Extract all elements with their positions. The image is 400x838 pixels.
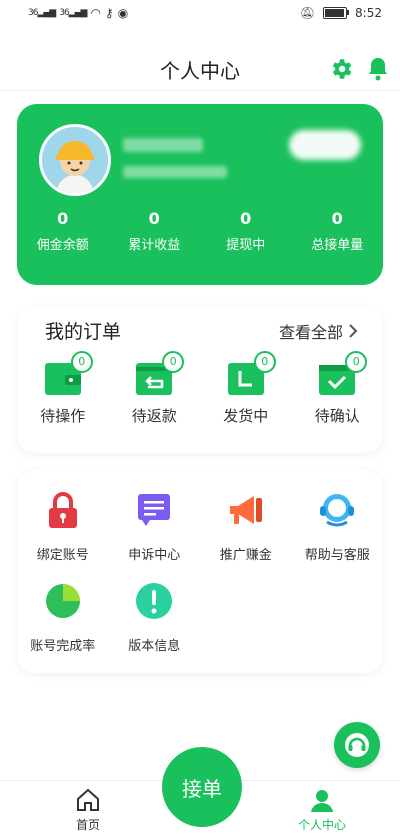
signal-label-2: 36 <box>59 8 70 18</box>
stat-label: 总接单量 <box>311 238 364 253</box>
version-info-button[interactable]: 版本信息 <box>109 581 201 654</box>
stat-total-orders[interactable]: 0 总接单量 <box>292 208 384 253</box>
chevron-right-icon <box>349 324 358 338</box>
pie-chart-icon <box>45 584 80 618</box>
status-bar: 36▂▄▆ 36▂▄▆ ◠ ⚷ ◉ 🔕︎ 8:52 <box>0 0 400 28</box>
count-badge: 0 <box>70 351 93 373</box>
key-icon: ⚷ <box>104 6 114 20</box>
account-completion-button[interactable]: 账号完成率 <box>17 581 109 654</box>
stat-commission-balance[interactable]: 0 佣金余额 <box>17 208 109 253</box>
stat-total-income[interactable]: 0 累计收益 <box>109 208 201 253</box>
signal-icon-2: 36▂▄▆ <box>59 8 87 18</box>
view-all-link[interactable]: 查看全部 <box>279 319 359 343</box>
stat-value: 0 <box>57 209 69 228</box>
order-pending-refund[interactable]: 0 待返款 <box>109 351 201 426</box>
take-order-label: 接单 <box>182 776 222 801</box>
tab-label: 个人中心 <box>297 818 346 832</box>
count-badge: 0 <box>162 351 185 373</box>
tool-label: 推广赚金 <box>219 548 272 563</box>
order-label: 发货中 <box>223 407 269 425</box>
bell-icon[interactable] <box>366 56 390 82</box>
help-support-button[interactable]: 帮助与客服 <box>292 490 384 563</box>
signal-label-1: 36 <box>28 8 39 18</box>
stat-label: 佣金余额 <box>36 238 89 253</box>
order-label: 待操作 <box>40 407 86 425</box>
megaphone-icon <box>229 496 262 524</box>
bind-account-button[interactable]: 绑定账号 <box>17 490 109 563</box>
tool-label: 账号完成率 <box>30 639 96 654</box>
tab-home[interactable]: 首页 <box>48 787 128 833</box>
support-icon <box>320 494 355 527</box>
view-all-label: 查看全部 <box>278 323 343 342</box>
avatar[interactable] <box>39 124 111 196</box>
stat-value: 0 <box>240 209 252 228</box>
floating-support-button[interactable] <box>334 722 380 768</box>
wifi-icon: ◠ <box>90 6 101 20</box>
headset-icon <box>345 733 369 757</box>
orders-card: 我的订单 查看全部 0 待操作 0 待返款 0 发货中 0 待确认 <box>17 307 383 453</box>
orders-title: 我的订单 <box>45 321 122 343</box>
lock-icon <box>48 492 77 528</box>
battery-icon <box>323 7 350 19</box>
mute-icon: 🔕︎ <box>299 6 316 20</box>
home-icon <box>77 788 99 811</box>
user-icon <box>311 790 333 812</box>
stat-value: 0 <box>331 209 343 228</box>
stats-row: 0 佣金余额 0 累计收益 0 提现中 0 总接单量 <box>17 208 383 253</box>
level-badge <box>289 130 361 160</box>
stat-withdrawing[interactable]: 0 提现中 <box>200 208 292 253</box>
appeal-center-button[interactable]: 申诉中心 <box>109 490 201 563</box>
signal-icon: 36▂▄▆ <box>28 8 56 18</box>
gear-icon[interactable] <box>328 56 354 82</box>
order-pending-operation[interactable]: 0 待操作 <box>17 351 109 426</box>
count-badge: 0 <box>253 351 276 373</box>
clock: 8:52 <box>355 6 382 20</box>
profile-card: 0 佣金余额 0 累计收益 0 提现中 0 总接单量 <box>17 104 383 285</box>
tools-card: 绑定账号 申诉中心 推广赚金 帮助与客服 账号完成率 版本信息 <box>17 470 383 673</box>
wechat-icon: ◉ <box>117 6 129 20</box>
tool-label: 帮助与客服 <box>304 548 370 563</box>
tool-label: 绑定账号 <box>36 548 89 563</box>
take-order-button[interactable]: 接单 <box>162 747 242 827</box>
order-pending-confirm[interactable]: 0 待确认 <box>292 351 384 426</box>
top-bar: 个人中心 <box>0 50 400 91</box>
stat-value: 0 <box>148 209 160 228</box>
avatar-illustration <box>42 127 108 193</box>
count-badge: 0 <box>345 351 368 373</box>
user-id-redacted <box>123 166 227 178</box>
stat-label: 累计收益 <box>128 238 181 253</box>
tool-label: 版本信息 <box>128 639 181 654</box>
order-shipping[interactable]: 0 发货中 <box>200 351 292 426</box>
order-label: 待返款 <box>131 407 177 425</box>
tool-label: 申诉中心 <box>128 548 181 563</box>
appeal-icon <box>138 494 171 526</box>
promote-earn-button[interactable]: 推广赚金 <box>200 490 292 563</box>
tab-profile[interactable]: 个人中心 <box>282 787 362 833</box>
info-icon <box>136 583 173 619</box>
username-redacted <box>123 138 203 152</box>
stat-label: 提现中 <box>226 238 266 253</box>
tab-label: 首页 <box>75 818 100 832</box>
order-label: 待确认 <box>314 407 360 425</box>
